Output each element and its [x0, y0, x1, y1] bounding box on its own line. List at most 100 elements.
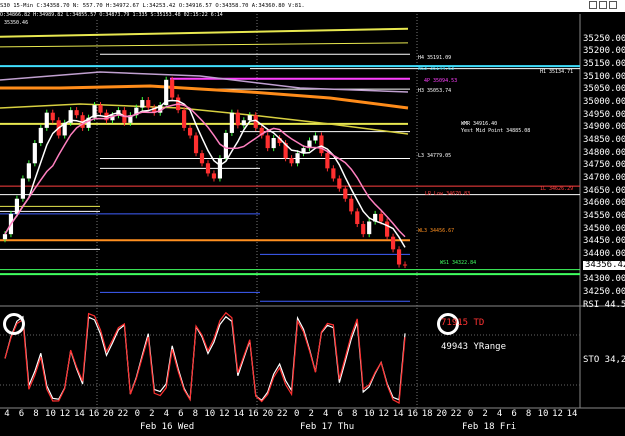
candle-body [235, 112, 240, 126]
price-tick-label: 34500.00 [583, 223, 625, 234]
time-tick-label: 20 [262, 409, 274, 419]
price-tick-label: 34650.00 [583, 185, 625, 196]
day-label: Feb 17 Thu [300, 422, 355, 432]
time-tick-label: 14 [566, 409, 578, 419]
time-tick-label: 6 [337, 409, 343, 419]
last-price-label: 34356.42 [583, 261, 625, 271]
price-tick-label: 35100.00 [583, 71, 625, 82]
level-annotation: 4P 35094.53 [424, 78, 458, 84]
price-tick-label: 35200.00 [583, 46, 625, 57]
time-tick-label: 14 [392, 409, 404, 419]
candle-body [241, 120, 246, 126]
time-tick-label: 16 [407, 409, 419, 419]
time-tick-label: 0 [294, 409, 300, 419]
symbol-label: S30 [0, 3, 10, 9]
level-annotation: 1L 34626.29 [540, 186, 574, 192]
time-tick-label: 12 [218, 409, 230, 419]
price-tick-label: 34750.00 [583, 160, 625, 171]
candle-body [193, 135, 199, 154]
time-tick-label: 8 [351, 409, 358, 419]
candle-body [385, 221, 390, 237]
time-tick-label: 10 [537, 409, 549, 419]
time-tick-label: 14 [74, 409, 85, 419]
candle-body [271, 137, 276, 149]
candle-body [199, 153, 205, 164]
candle-body [74, 110, 79, 116]
candle-body [2, 234, 8, 240]
level-annotation: Yest Mid Point 34885.08 [461, 128, 531, 134]
candle-body [20, 178, 25, 199]
minimize-button[interactable] [589, 1, 597, 9]
level-annotation: WMR 34916.40 [461, 121, 498, 127]
price-chart[interactable] [0, 0, 625, 436]
price-tick-label: 34900.00 [583, 122, 625, 133]
open-value: O:34916.57 [178, 3, 212, 9]
time-tick-label: 20 [102, 409, 114, 419]
maximize-button[interactable] [599, 1, 607, 9]
candle-body [337, 178, 342, 189]
interval-label: 15-Min [13, 3, 34, 9]
price-tick-label: 34400.00 [583, 248, 625, 259]
candle-body [98, 105, 103, 113]
time-tick-label: 2 [308, 409, 314, 419]
low-value: L:34253.42 [142, 3, 176, 9]
candle-body [289, 158, 294, 164]
candle-body [247, 115, 252, 121]
candle-body [38, 127, 43, 144]
oscillator-axis-label: STO 34,2 [583, 355, 625, 365]
price-tick-label: 34850.00 [583, 135, 625, 146]
chart-header: S30 15-Min C:34358.70 N: 557.70 H:34972.… [0, 0, 625, 12]
candle-body [187, 127, 193, 136]
candle-body [205, 163, 211, 174]
extra-values: O:34358.70 A:34360.80 V:81. [215, 3, 305, 9]
time-tick-label: 4 [163, 409, 170, 419]
candle-body [140, 100, 145, 108]
price-tick-label: 34250.00 [583, 286, 625, 297]
candle-body [379, 213, 384, 222]
candle-body [32, 143, 37, 164]
candle-body [211, 173, 217, 179]
candle-body [367, 221, 372, 235]
candle-body [355, 211, 360, 225]
level-annotation: WS3 35144.63 [418, 66, 455, 72]
candle-body [265, 135, 270, 149]
candle-body [170, 79, 175, 98]
candle-body [223, 132, 228, 159]
level-annotation: WS1 34322.84 [440, 260, 477, 266]
price-tick-label: 34600.00 [583, 198, 625, 209]
level-annotation: L3 34779.05 [418, 153, 452, 159]
time-tick-label: 18 [421, 409, 433, 419]
candle-body [14, 198, 20, 214]
candle-body [26, 163, 31, 179]
header-line-2: O:34866.82 H:34989.82 L:34855.57 O:34873… [0, 12, 223, 18]
time-tick-label: 8 [525, 409, 532, 419]
candle-body [331, 168, 336, 179]
td-label: 71915 TD [441, 318, 485, 328]
price-tick-label: 34300.00 [583, 274, 625, 285]
yrange-label: 49943 YRange [441, 342, 507, 352]
time-tick-label: 22 [117, 409, 129, 419]
day-label: Feb 18 Fri [462, 422, 517, 432]
time-tick-label: 6 [178, 409, 184, 419]
close-button[interactable] [609, 1, 617, 9]
candle-body [390, 236, 396, 250]
level-annotation: H3 35053.74 [418, 88, 452, 94]
candle-body [349, 198, 354, 212]
candle-body [50, 112, 55, 121]
price-tick-label: 35150.00 [583, 59, 625, 70]
day-label: Feb 16 Wed [140, 422, 195, 432]
net-value: N: 557.70 [72, 3, 103, 9]
price-tick-label: 35000.00 [583, 97, 625, 108]
time-tick-label: 4 [322, 409, 329, 419]
time-tick-label: 0 [467, 409, 474, 419]
time-tick-label: 2 [149, 409, 155, 419]
time-tick-label: 8 [192, 409, 199, 419]
time-tick-label: 22 [276, 409, 288, 419]
candle-body [295, 153, 300, 164]
time-tick-label: 4 [496, 409, 503, 419]
oscillator-axis-label: RSI 44.5 [583, 300, 625, 310]
level-annotation: H1 35134.71 [540, 69, 574, 75]
time-tick-label: 16 [247, 409, 259, 419]
price-tick-label: 34550.00 [583, 210, 625, 221]
time-tick-label: 14 [233, 409, 245, 419]
